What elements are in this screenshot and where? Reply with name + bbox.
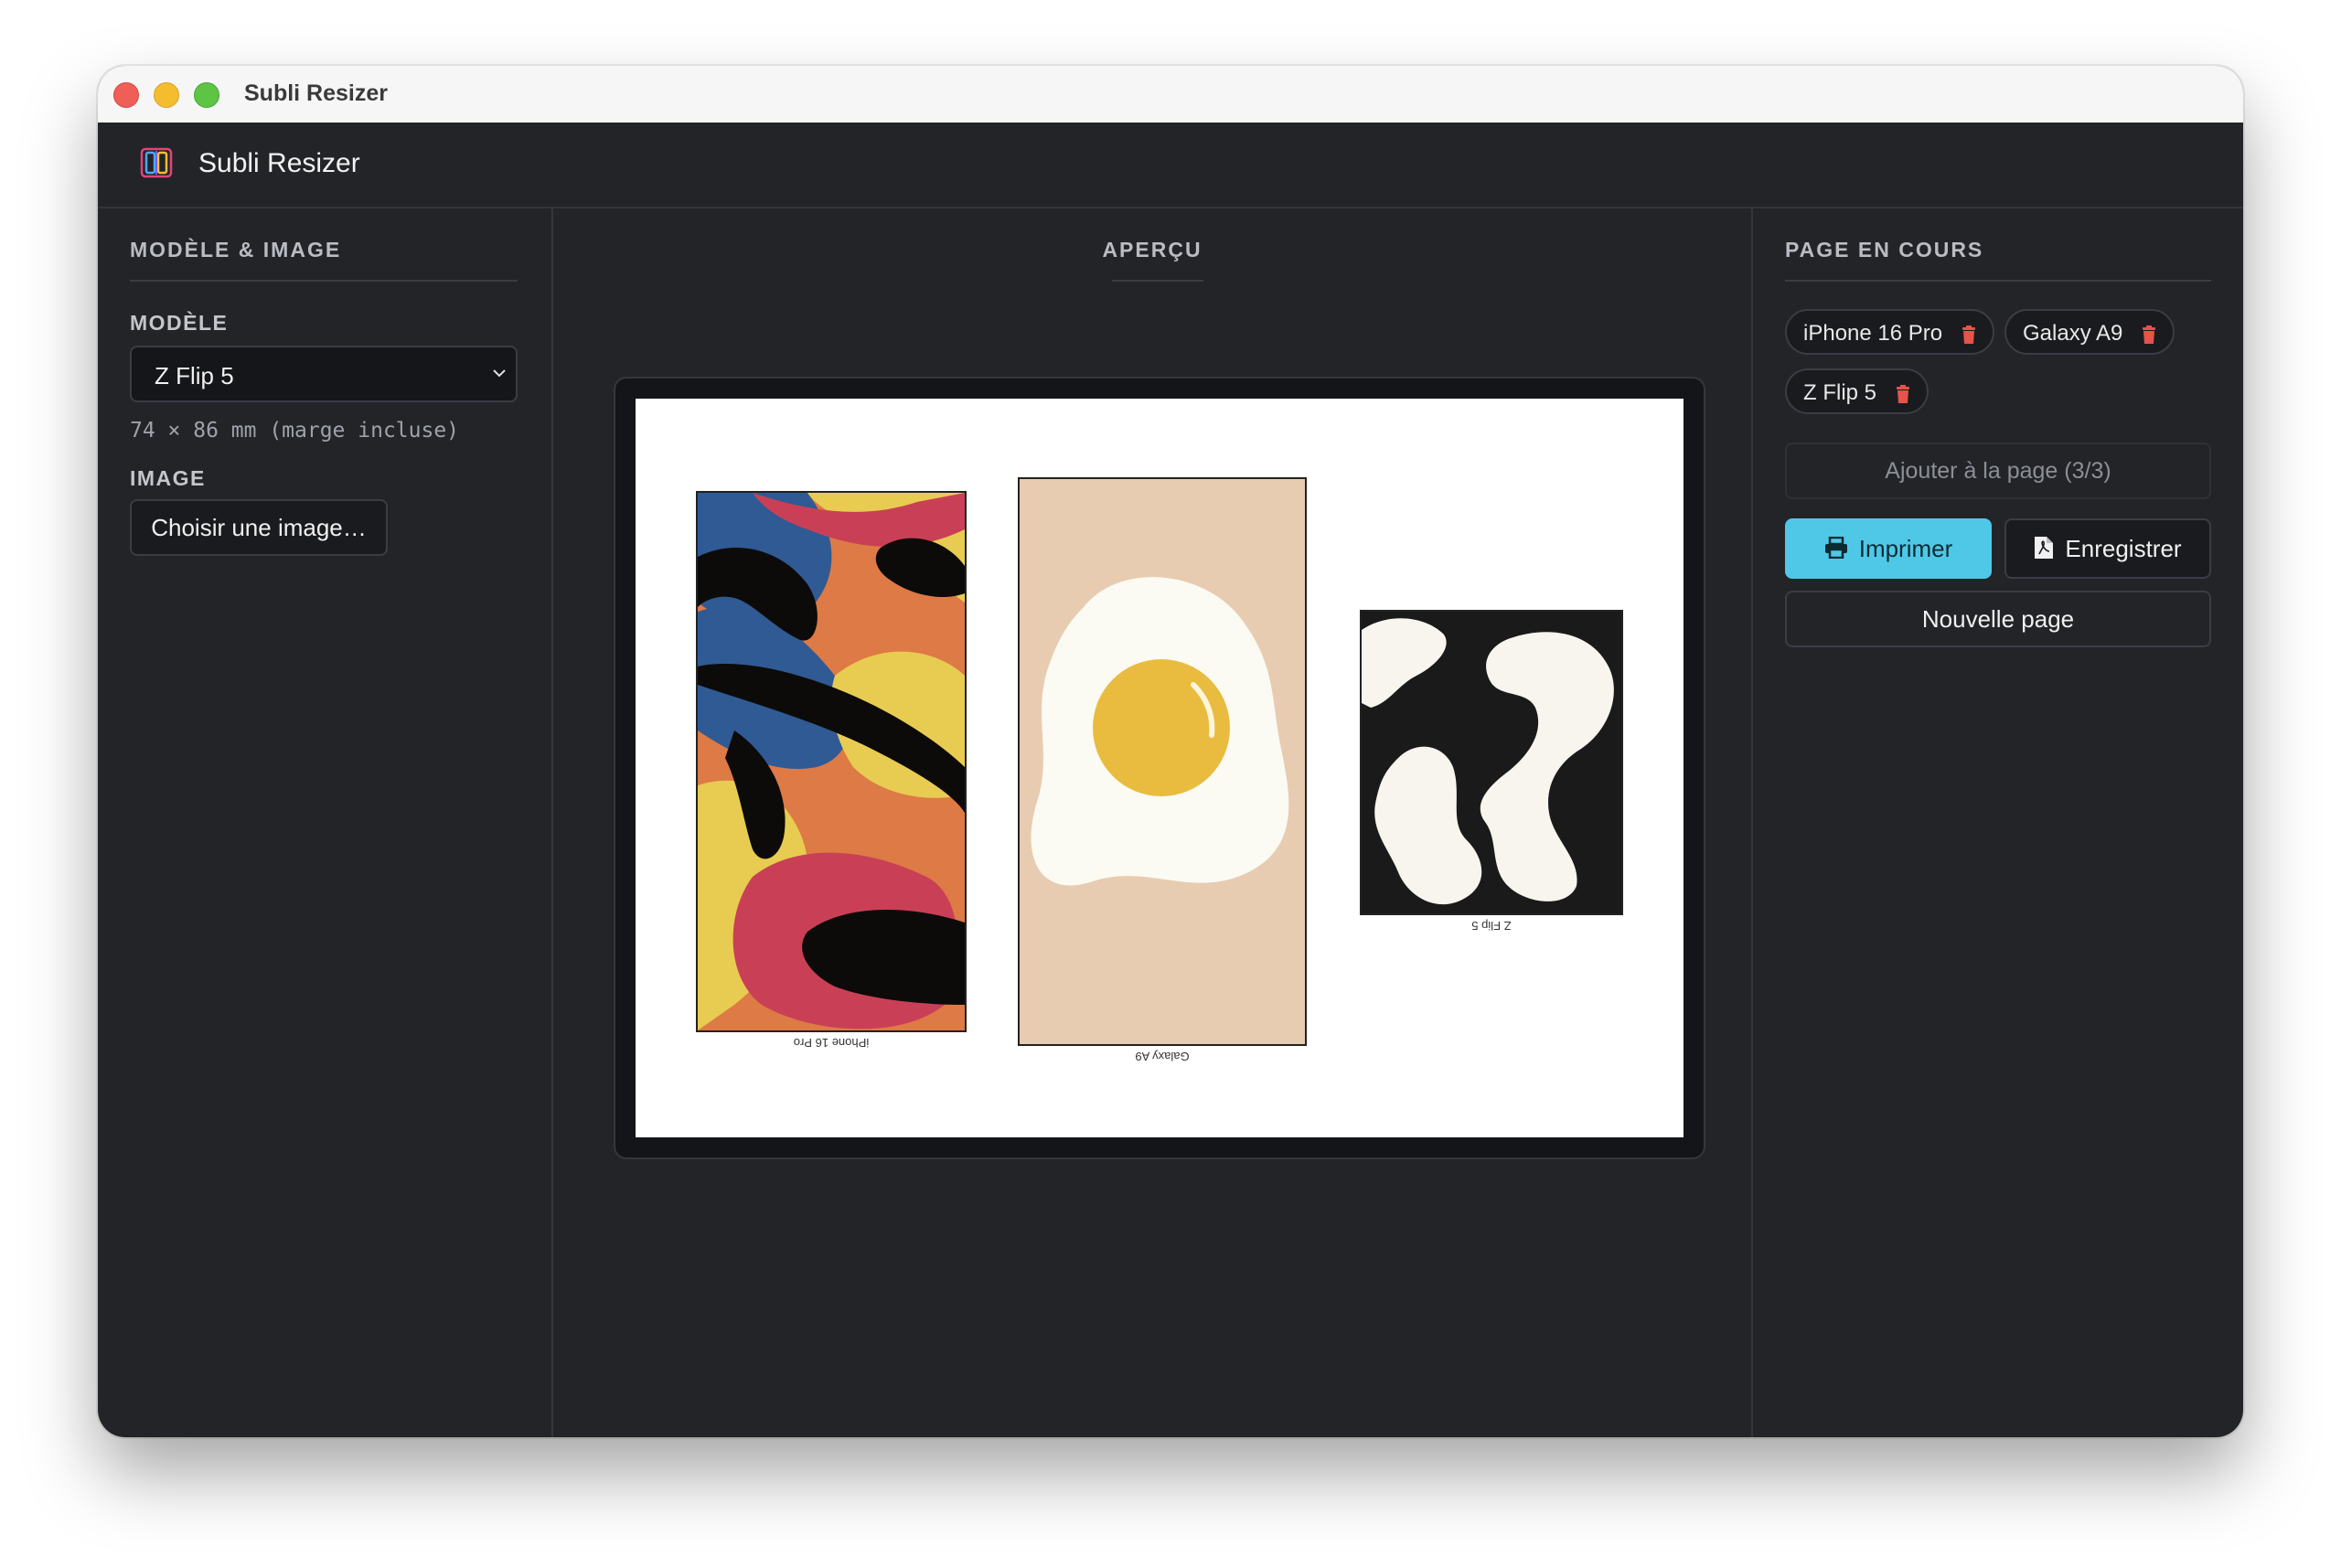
window-title: Subli Resizer bbox=[244, 80, 388, 106]
card-label-iphone-16-pro: iPhone 16 Pro bbox=[793, 1036, 870, 1050]
save-label: Enregistrer bbox=[2065, 535, 2182, 562]
chip-galaxy-a9: Galaxy A9 bbox=[2004, 309, 2175, 355]
print-label: Imprimer bbox=[1858, 535, 1953, 562]
save-button[interactable]: Enregistrer bbox=[2004, 518, 2211, 579]
section-divider bbox=[130, 280, 518, 282]
chip-label: Galaxy A9 bbox=[2023, 321, 2123, 346]
app-name: Subli Resizer bbox=[198, 148, 360, 178]
preview-title: APERÇU bbox=[1102, 238, 1203, 261]
preview-card-iphone-16-pro bbox=[696, 491, 967, 1032]
choose-image-button[interactable]: Choisir une image… bbox=[130, 499, 388, 556]
add-to-page-button[interactable]: Ajouter à la page (3/3) bbox=[1785, 443, 2211, 499]
image-label: IMAGE bbox=[130, 466, 206, 490]
section-title-model-image: MODÈLE & IMAGE bbox=[130, 238, 342, 261]
model-label: MODÈLE bbox=[130, 311, 229, 335]
chevron-down-icon bbox=[493, 369, 506, 378]
chip-iphone-16-pro: iPhone 16 Pro bbox=[1785, 309, 1994, 355]
app-header: Subli Resizer bbox=[98, 123, 2243, 208]
chip-label: iPhone 16 Pro bbox=[1803, 321, 1943, 346]
trash-icon[interactable] bbox=[1896, 384, 1910, 403]
print-button[interactable]: Imprimer bbox=[1785, 518, 1992, 579]
close-window-button[interactable] bbox=[113, 82, 139, 108]
preview-title-underline bbox=[1112, 280, 1203, 282]
trash-icon[interactable] bbox=[1962, 325, 1976, 344]
chip-z-flip-5: Z Flip 5 bbox=[1785, 368, 1929, 414]
model-select[interactable]: Z Flip 5 bbox=[130, 346, 518, 402]
card-label-z-flip-5: Z Flip 5 bbox=[1471, 919, 1512, 933]
model-select-value: Z Flip 5 bbox=[155, 362, 234, 389]
pdf-file-icon bbox=[2035, 537, 2054, 560]
chip-label: Z Flip 5 bbox=[1803, 380, 1877, 405]
app-window: Subli Resizer Subli Resizer MODÈLE & IMA… bbox=[98, 66, 2243, 1437]
preview-card-galaxy-a9 bbox=[1018, 477, 1307, 1046]
preview-card-z-flip-5 bbox=[1360, 610, 1623, 915]
fried-egg-artwork bbox=[1020, 479, 1305, 1044]
section-divider bbox=[1785, 280, 2211, 282]
title-bar: Subli Resizer bbox=[98, 66, 2243, 123]
minimize-window-button[interactable] bbox=[154, 82, 179, 108]
section-title-current-page: PAGE EN COURS bbox=[1785, 238, 1984, 261]
preview-panel: APERÇU iPhone 16 Pro Galaxy A9 Z Flip 5 bbox=[553, 207, 1753, 1437]
preview-frame: iPhone 16 Pro Galaxy A9 Z Flip 5 bbox=[614, 377, 1705, 1159]
printer-icon bbox=[1824, 536, 1847, 560]
app-logo-icon bbox=[140, 147, 173, 178]
model-dimensions: 74 × 86 mm (marge incluse) bbox=[130, 419, 460, 443]
new-page-button[interactable]: Nouvelle page bbox=[1785, 591, 2211, 647]
left-panel: MODÈLE & IMAGE MODÈLE Z Flip 5 74 × 86 m… bbox=[98, 207, 553, 1437]
print-page: iPhone 16 Pro Galaxy A9 Z Flip 5 bbox=[636, 399, 1684, 1137]
ink-splash-artwork bbox=[1362, 612, 1621, 913]
current-page-panel: PAGE EN COURS iPhone 16 Pro Galaxy A9 Z … bbox=[1753, 207, 2243, 1437]
card-label-galaxy-a9: Galaxy A9 bbox=[1135, 1050, 1190, 1063]
abstract-wave-artwork bbox=[698, 493, 965, 1030]
trash-icon[interactable] bbox=[2142, 325, 2156, 344]
zoom-window-button[interactable] bbox=[194, 82, 219, 108]
